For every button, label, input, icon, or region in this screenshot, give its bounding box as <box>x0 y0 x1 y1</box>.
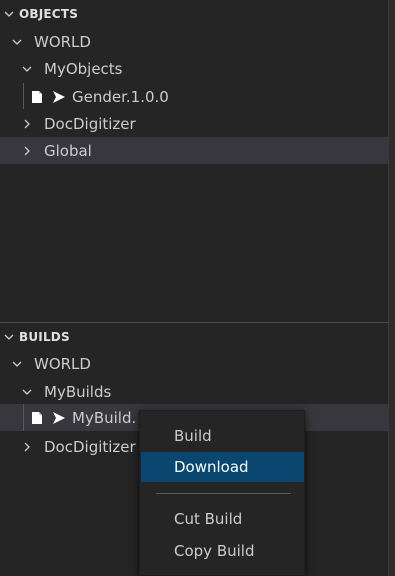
tree-item-gender[interactable]: Gender.1.0.0 <box>0 83 388 110</box>
chevron-down-icon <box>20 62 34 76</box>
chevron-down-icon <box>10 35 24 49</box>
play-icon <box>52 90 66 104</box>
objects-section-header[interactable]: OBJECTS <box>0 2 388 26</box>
menu-separator <box>156 493 291 494</box>
tree-item-label: WORLD <box>34 354 91 373</box>
play-icon <box>52 411 66 425</box>
chevron-down-icon <box>2 7 16 21</box>
file-icon <box>31 411 43 425</box>
objects-section: OBJECTS WORLD MyObjects Gender.1.0.0 Doc… <box>0 0 389 322</box>
menu-item-label: Copy Build <box>174 542 255 560</box>
chevron-down-icon <box>2 330 16 344</box>
tree-item-label: MyBuilds <box>44 382 112 401</box>
tree-item-global[interactable]: Global <box>0 137 388 164</box>
tree-item-label: MyBuild. <box>72 408 137 427</box>
chevron-right-icon <box>20 117 34 131</box>
menu-item-download[interactable]: Download <box>141 452 304 482</box>
chevron-right-icon <box>20 144 34 158</box>
menu-item-label: Cut Build <box>174 510 243 528</box>
tree-indent-guide <box>23 404 24 431</box>
menu-item-label: Download <box>174 458 249 476</box>
builds-header-label: BUILDS <box>19 330 70 344</box>
chevron-down-icon <box>10 357 24 371</box>
file-icon <box>31 90 43 104</box>
tree-item-label: DocDigitizer <box>44 437 136 456</box>
chevron-right-icon <box>20 440 34 454</box>
tree-item-label: Gender.1.0.0 <box>72 87 169 106</box>
tree-item-label: Global <box>44 141 92 160</box>
objects-header-label: OBJECTS <box>19 7 79 21</box>
tree-item-my-objects[interactable]: MyObjects <box>0 55 388 82</box>
tree-item-doc-digitizer[interactable]: DocDigitizer <box>0 110 388 137</box>
tree-item-label: WORLD <box>34 32 91 51</box>
builds-section-header[interactable]: BUILDS <box>0 325 388 349</box>
chevron-down-icon <box>20 385 34 399</box>
scrollbar-track[interactable] <box>389 0 395 576</box>
menu-item-cut-build[interactable]: Cut Build <box>141 504 304 534</box>
menu-item-label: Build <box>174 427 212 445</box>
tree-item-my-builds[interactable]: MyBuilds <box>0 378 388 405</box>
tree-item-label: MyObjects <box>44 59 123 78</box>
tree-item-world[interactable]: WORLD <box>0 350 388 377</box>
menu-item-build[interactable]: Build <box>141 421 304 451</box>
tree-item-label: DocDigitizer <box>44 114 136 133</box>
tree-item-world[interactable]: WORLD <box>0 28 388 55</box>
menu-item-copy-build[interactable]: Copy Build <box>141 536 304 566</box>
explorer-panel: OBJECTS WORLD MyObjects Gender.1.0.0 Doc… <box>0 0 395 576</box>
context-menu: Build Download Cut Build Copy Build <box>139 410 305 576</box>
